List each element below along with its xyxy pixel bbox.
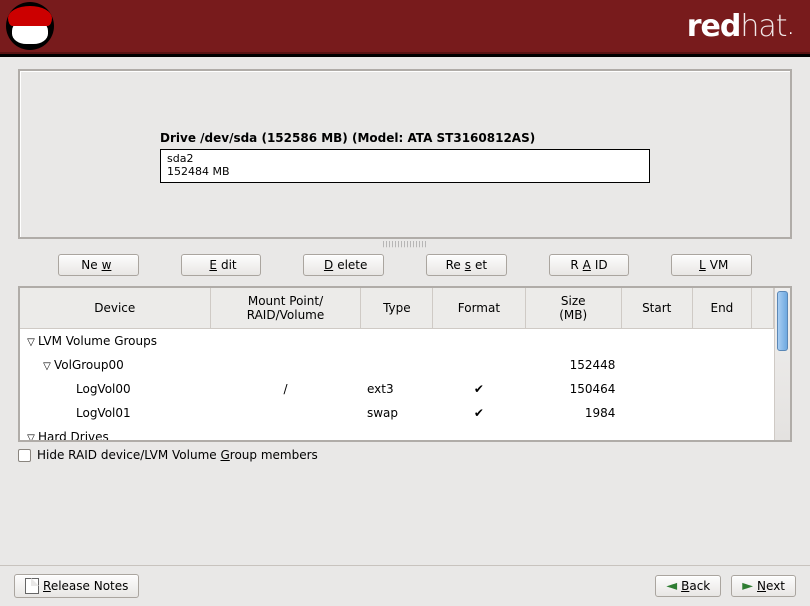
vg-size: 152448 bbox=[525, 353, 621, 377]
brand-dot: . bbox=[789, 22, 792, 38]
raid-button[interactable]: RAID bbox=[549, 254, 630, 276]
table-row[interactable]: ▽VolGroup00 152448 bbox=[20, 353, 774, 377]
lvm-button[interactable]: LVM bbox=[671, 254, 752, 276]
partition-action-row: New Edit Delete Reset RAID LVM bbox=[18, 254, 792, 276]
col-mount[interactable]: Mount Point/ RAID/Volume bbox=[210, 288, 361, 328]
lv-type: swap bbox=[361, 401, 433, 425]
expander-icon[interactable]: ▽ bbox=[26, 337, 36, 348]
group-hd: Hard Drives bbox=[38, 430, 109, 441]
drive-partition-cell[interactable]: sda2 152484 MB bbox=[161, 150, 649, 182]
expander-icon[interactable]: ▽ bbox=[42, 361, 52, 372]
table-row[interactable]: LogVol00 / ext3 ✔ 150464 bbox=[20, 377, 774, 401]
reset-button[interactable]: Reset bbox=[426, 254, 507, 276]
arrow-left-icon bbox=[666, 579, 677, 593]
next-button[interactable]: Next bbox=[731, 575, 796, 597]
col-spacer bbox=[752, 288, 774, 328]
wizard-footer: Release Notes Back Next bbox=[0, 565, 810, 606]
table-scrollbar[interactable] bbox=[774, 288, 790, 440]
expander-icon[interactable]: ▽ bbox=[26, 433, 36, 441]
back-button[interactable]: Back bbox=[655, 575, 721, 597]
vg-name: VolGroup00 bbox=[54, 358, 124, 372]
brand-light: hat bbox=[740, 9, 786, 44]
drive-partition-bar[interactable]: sda2 152484 MB bbox=[160, 149, 650, 183]
partition-table-container: Device Mount Point/ RAID/Volume Type For… bbox=[18, 286, 792, 442]
lv-mount: / bbox=[210, 377, 361, 401]
partition-size: 152484 MB bbox=[167, 165, 643, 178]
hide-members-checkbox[interactable] bbox=[18, 449, 31, 462]
hide-members-row[interactable]: Hide RAID device/LVM Volume Group member… bbox=[18, 448, 792, 462]
hide-members-label: Hide RAID device/LVM Volume Group member… bbox=[37, 448, 318, 462]
lv-format-check-icon: ✔ bbox=[433, 377, 525, 401]
lv-size: 150464 bbox=[525, 377, 621, 401]
col-device[interactable]: Device bbox=[20, 288, 210, 328]
release-notes-button[interactable]: Release Notes bbox=[14, 574, 139, 598]
scrollbar-thumb[interactable] bbox=[777, 291, 788, 351]
installer-header: redhat. bbox=[0, 0, 810, 54]
drive-title: Drive /dev/sda (152586 MB) (Model: ATA S… bbox=[160, 131, 650, 145]
delete-button[interactable]: Delete bbox=[303, 254, 384, 276]
brand-bold: red bbox=[687, 9, 741, 44]
col-end[interactable]: End bbox=[692, 288, 752, 328]
edit-button[interactable]: Edit bbox=[181, 254, 262, 276]
col-start[interactable]: Start bbox=[621, 288, 692, 328]
lv-name: LogVol00 bbox=[20, 377, 210, 401]
pane-sash[interactable]: ||||||||||||||| bbox=[18, 241, 792, 248]
group-lvm: LVM Volume Groups bbox=[38, 334, 157, 348]
drive-diagram-panel: Drive /dev/sda (152586 MB) (Model: ATA S… bbox=[18, 69, 792, 239]
table-row[interactable]: ▽Hard Drives bbox=[20, 425, 774, 441]
redhat-logo-icon bbox=[6, 2, 54, 50]
col-type[interactable]: Type bbox=[361, 288, 433, 328]
document-icon bbox=[25, 578, 39, 594]
table-row[interactable]: LogVol01 swap ✔ 1984 bbox=[20, 401, 774, 425]
table-row[interactable]: ▽LVM Volume Groups bbox=[20, 328, 774, 353]
new-button[interactable]: New bbox=[58, 254, 139, 276]
lv-type: ext3 bbox=[361, 377, 433, 401]
lv-format-check-icon: ✔ bbox=[433, 401, 525, 425]
arrow-right-icon bbox=[742, 579, 753, 593]
lv-size: 1984 bbox=[525, 401, 621, 425]
lv-name: LogVol01 bbox=[20, 401, 210, 425]
table-header-row: Device Mount Point/ RAID/Volume Type For… bbox=[20, 288, 774, 328]
col-size[interactable]: Size (MB) bbox=[525, 288, 621, 328]
col-format[interactable]: Format bbox=[433, 288, 525, 328]
partition-name: sda2 bbox=[167, 152, 643, 165]
brand-wordmark: redhat. bbox=[687, 9, 792, 44]
partition-table[interactable]: Device Mount Point/ RAID/Volume Type For… bbox=[20, 288, 774, 440]
